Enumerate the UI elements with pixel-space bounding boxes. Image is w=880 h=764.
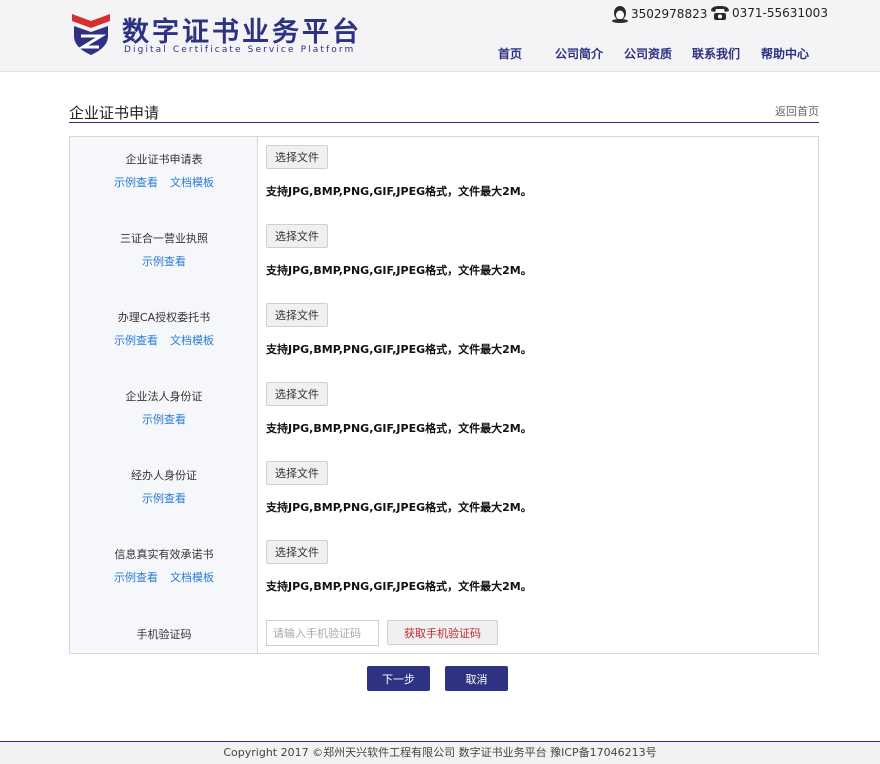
cancel-button[interactable]: 取消 <box>445 666 508 691</box>
row-links: 示例查看 文档模板 <box>70 332 258 348</box>
row-links: 示例查看 <box>70 490 258 506</box>
page-title: 企业证书申请 <box>69 104 160 122</box>
next-step-button[interactable]: 下一步 <box>367 666 430 691</box>
form-row-authorization: 办理CA授权委托书 示例查看 文档模板 选择文件 支持JPG,BMP,PNG,GI… <box>70 295 818 374</box>
file-format-hint: 支持JPG,BMP,PNG,GIF,JPEG格式，文件最大2M。 <box>266 185 532 198</box>
form-row-legal-id: 企业法人身份证 示例查看 选择文件 支持JPG,BMP,PNG,GIF,JPEG… <box>70 374 818 453</box>
telephone-icon <box>711 6 729 20</box>
example-view-link[interactable]: 示例查看 <box>142 492 186 505</box>
example-view-link[interactable]: 示例查看 <box>142 255 186 268</box>
logo-subtitle: Digital Certificate Service Platform <box>124 45 356 55</box>
choose-file-button[interactable]: 选择文件 <box>266 461 328 485</box>
form-row-commitment: 信息真实有效承诺书 示例查看 文档模板 选择文件 支持JPG,BMP,PNG,GI… <box>70 532 818 611</box>
row-label: 企业证书申请表 <box>125 153 203 166</box>
choose-file-button[interactable]: 选择文件 <box>266 224 328 248</box>
file-format-hint: 支持JPG,BMP,PNG,GIF,JPEG格式，文件最大2M。 <box>266 501 532 514</box>
row-label: 经办人身份证 <box>131 469 197 482</box>
qq-number: 3502978823 <box>631 7 708 21</box>
choose-file-button[interactable]: 选择文件 <box>266 540 328 564</box>
choose-file-button[interactable]: 选择文件 <box>266 303 328 327</box>
doc-template-link[interactable]: 文档模板 <box>170 334 214 347</box>
row-links: 示例查看 文档模板 <box>70 569 258 585</box>
row-label: 三证合一营业执照 <box>120 232 208 245</box>
nav-help[interactable]: 帮助中心 <box>761 45 809 62</box>
row-links: 示例查看 文档模板 <box>70 174 258 190</box>
example-view-link[interactable]: 示例查看 <box>114 176 158 189</box>
contact-phone: 0371-55631003 <box>710 5 828 21</box>
copyright-text: Copyright 2017 ©郑州天兴软件工程有限公司 数字证书业务平台 豫I… <box>223 746 657 759</box>
title-divider <box>69 122 819 123</box>
doc-template-link[interactable]: 文档模板 <box>170 176 214 189</box>
sms-code-label: 手机验证码 <box>136 628 192 641</box>
example-view-link[interactable]: 示例查看 <box>114 334 158 347</box>
doc-template-link[interactable]: 文档模板 <box>170 571 214 584</box>
site-header: 数字证书业务平台 Digital Certificate Service Pla… <box>0 0 880 72</box>
nav-about[interactable]: 公司简介 <box>555 45 603 62</box>
example-view-link[interactable]: 示例查看 <box>114 571 158 584</box>
site-footer: Copyright 2017 ©郑州天兴软件工程有限公司 数字证书业务平台 豫I… <box>0 742 880 764</box>
upload-form: 企业证书申请表 示例查看 文档模板 选择文件 支持JPG,BMP,PNG,GIF,… <box>69 136 819 654</box>
form-row-agent-id: 经办人身份证 示例查看 选择文件 支持JPG,BMP,PNG,GIF,JPEG格… <box>70 453 818 532</box>
row-label: 办理CA授权委托书 <box>117 311 211 324</box>
file-format-hint: 支持JPG,BMP,PNG,GIF,JPEG格式，文件最大2M。 <box>266 343 532 356</box>
sms-code-input[interactable] <box>266 620 379 646</box>
choose-file-button[interactable]: 选择文件 <box>266 382 328 406</box>
get-sms-code-button[interactable]: 获取手机验证码 <box>387 620 498 645</box>
logo-title: 数字证书业务平台 <box>122 17 362 48</box>
row-label: 信息真实有效承诺书 <box>114 548 214 561</box>
file-format-hint: 支持JPG,BMP,PNG,GIF,JPEG格式，文件最大2M。 <box>266 264 532 277</box>
row-label: 企业法人身份证 <box>125 390 203 403</box>
form-row-sms: 手机验证码 获取手机验证码 <box>70 611 818 653</box>
nav-home[interactable]: 首页 <box>498 45 522 62</box>
nav-contact[interactable]: 联系我们 <box>692 45 740 62</box>
form-row-application: 企业证书申请表 示例查看 文档模板 选择文件 支持JPG,BMP,PNG,GIF,… <box>70 137 818 216</box>
row-links: 示例查看 <box>70 411 258 427</box>
form-row-business-license: 三证合一营业执照 示例查看 选择文件 支持JPG,BMP,PNG,GIF,JPE… <box>70 216 818 295</box>
file-format-hint: 支持JPG,BMP,PNG,GIF,JPEG格式，文件最大2M。 <box>266 422 532 435</box>
phone-number: 0371-55631003 <box>732 6 828 20</box>
qq-penguin-icon <box>612 6 628 23</box>
row-links: 示例查看 <box>70 253 258 269</box>
contact-qq: 3502978823 <box>611 5 707 23</box>
back-home-link[interactable]: 返回首页 <box>775 103 819 119</box>
example-view-link[interactable]: 示例查看 <box>142 413 186 426</box>
file-format-hint: 支持JPG,BMP,PNG,GIF,JPEG格式，文件最大2M。 <box>266 580 532 593</box>
shield-logo-icon <box>72 14 110 55</box>
choose-file-button[interactable]: 选择文件 <box>266 145 328 169</box>
nav-qualifications[interactable]: 公司资质 <box>624 45 672 62</box>
